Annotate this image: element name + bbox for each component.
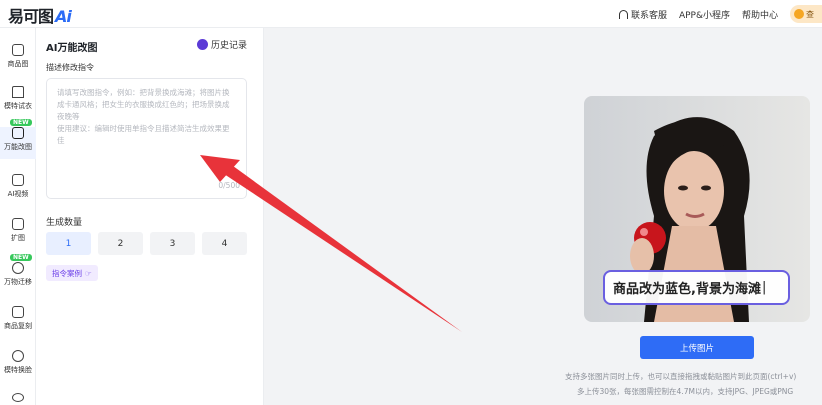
top-bar: 易可图 Ai 联系客服 APP&小程序 帮助中心 查 bbox=[0, 0, 822, 28]
nav-label: 模特试衣 bbox=[4, 102, 32, 110]
app-link[interactable]: APP&小程序 bbox=[679, 8, 730, 21]
main-canvas: 商品改为蓝色,背景为海滩 | 上传图片 支持多张图片同时上传，也可以直接拖拽或黏贴… bbox=[264, 28, 822, 405]
nav-item-more[interactable] bbox=[0, 393, 36, 405]
new-badge: NEW bbox=[10, 119, 32, 126]
pointer-icon: ☞ bbox=[85, 268, 92, 278]
nav-label: AI视频 bbox=[7, 190, 29, 198]
prompt-placeholder-example: 请填写改图指令，例如：把背景换成海滩；将图片换成卡通风格；把女生的衣服换成红色的… bbox=[57, 88, 230, 121]
replicate-icon bbox=[12, 306, 24, 318]
nav-label: 商品图 bbox=[7, 60, 29, 68]
count-option-2[interactable]: 2 bbox=[98, 232, 143, 255]
prompt-overlay: 商品改为蓝色,背景为海滩 | bbox=[603, 270, 790, 305]
customer-service-label: 联系客服 bbox=[630, 10, 667, 21]
nav-label: 万能改图 bbox=[4, 143, 32, 151]
face-icon bbox=[12, 350, 24, 362]
nav-item-product-image[interactable]: 商品图 bbox=[0, 44, 36, 76]
bag-icon bbox=[12, 44, 24, 56]
logo-text: 易可图 bbox=[8, 7, 54, 26]
text-cursor: | bbox=[761, 280, 767, 295]
nav-item-product-replicate[interactable]: 商品复刻 bbox=[0, 306, 36, 338]
upload-hint-2: 多上传30张，每张图需控制在4.7M以内，支持JPG、JPEG或PNG bbox=[577, 387, 794, 396]
nav-item-ai-video[interactable]: AI视频 bbox=[0, 174, 36, 206]
nav-item-face-swap[interactable]: 模特换脸 bbox=[0, 350, 36, 382]
prompt-placeholder-tip: 使用建议：编辑时使用单指令且描述简洁生成效果更佳 bbox=[57, 124, 230, 145]
example-chip-label: 指令案例 bbox=[52, 268, 82, 278]
nav-label: 扩图 bbox=[11, 234, 25, 242]
edit-panel: AI万能改图 历史记录 描述修改指令 请填写改图指令，例如：把背景换成海滩；将图… bbox=[36, 28, 264, 405]
panel-title: AI万能改图 bbox=[46, 43, 98, 54]
nav-item-transfer[interactable]: NEW 万物迁移 bbox=[0, 254, 36, 292]
video-icon bbox=[12, 174, 24, 186]
prompt-textarea[interactable]: 请填写改图指令，例如：把背景换成海滩；将图片换成卡通风格；把女生的衣服换成红色的… bbox=[46, 78, 247, 199]
nav-item-model-tryon[interactable]: 模特试衣 bbox=[0, 86, 36, 118]
shirt-icon bbox=[12, 86, 24, 98]
hanger-icon bbox=[12, 262, 24, 274]
nav-item-expand[interactable]: 扩图 bbox=[0, 218, 36, 250]
history-label: 历史记录 bbox=[210, 41, 247, 51]
history-icon bbox=[196, 39, 208, 50]
count-selector: 1 2 3 4 bbox=[46, 232, 247, 255]
overlay-text: 商品改为蓝色,背景为海滩 bbox=[613, 282, 761, 297]
logo[interactable]: 易可图 Ai bbox=[8, 3, 72, 27]
ai-icon bbox=[12, 393, 24, 402]
count-option-4[interactable]: 4 bbox=[202, 232, 247, 255]
left-nav: 商品图 模特试衣 NEW 万能改图 AI视频 扩图 NEW 万物迁移 商品复刻 … bbox=[0, 28, 36, 405]
nav-item-universal-edit[interactable]: NEW 万能改图 bbox=[0, 119, 36, 159]
history-button[interactable]: 历史记录 bbox=[196, 38, 247, 51]
customer-service-link[interactable]: 联系客服 bbox=[618, 8, 667, 21]
char-counter: 0/500 bbox=[218, 181, 240, 190]
image-edit-icon bbox=[12, 127, 24, 139]
upload-hint-1: 支持多张图片同时上传，也可以直接拖拽或黏贴图片到此页面(ctrl+v) bbox=[565, 372, 797, 381]
count-option-1[interactable]: 1 bbox=[46, 232, 91, 255]
nav-label: 万物迁移 bbox=[4, 278, 32, 286]
coin-icon bbox=[794, 9, 804, 19]
nav-label: 商品复刻 bbox=[4, 322, 32, 330]
new-badge: NEW bbox=[10, 254, 32, 261]
headset-icon bbox=[618, 9, 628, 19]
count-label: 生成数量 bbox=[46, 218, 83, 228]
help-link[interactable]: 帮助中心 bbox=[742, 8, 778, 21]
top-links: 联系客服 APP&小程序 帮助中心 查 bbox=[618, 0, 822, 28]
upload-button[interactable]: 上传图片 bbox=[640, 336, 754, 359]
nav-label: 模特换脸 bbox=[4, 366, 32, 374]
logo-ai: Ai bbox=[55, 7, 72, 26]
user-pill[interactable]: 查 bbox=[790, 5, 822, 23]
user-pill-label: 查 bbox=[806, 9, 814, 19]
prompt-examples-button[interactable]: 指令案例 ☞ bbox=[46, 265, 98, 281]
count-option-3[interactable]: 3 bbox=[150, 232, 195, 255]
expand-icon bbox=[12, 218, 24, 230]
prompt-label: 描述修改指令 bbox=[46, 63, 94, 72]
